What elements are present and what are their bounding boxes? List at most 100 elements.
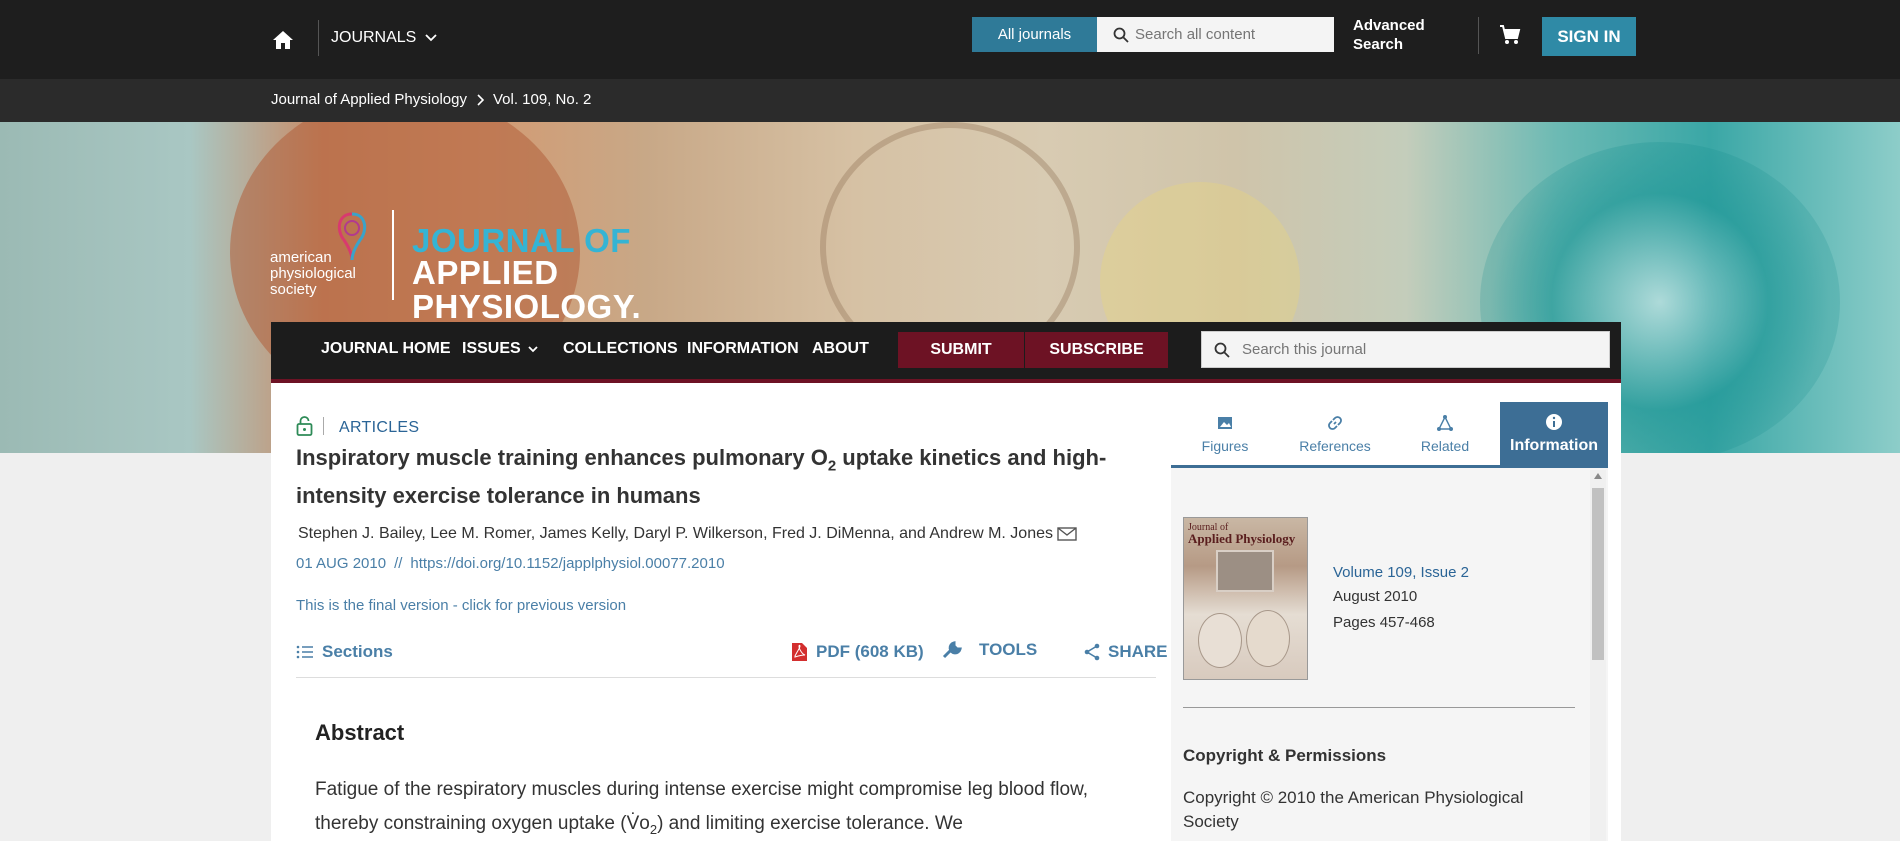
cover-title-big: Applied Physiology (1188, 531, 1296, 546)
sections-label: Sections (322, 642, 393, 661)
title-text: Inspiratory muscle training enhances pul… (296, 445, 828, 470)
advanced-search-link[interactable]: Advanced Search (1353, 16, 1443, 54)
abstract-vo2-sub: 2 (649, 821, 658, 837)
abstract-text: Fatigue of the respiratory muscles durin… (315, 773, 1135, 841)
info-icon (1546, 413, 1562, 430)
society-name: american physiological society (270, 249, 356, 298)
pdf-download-button[interactable]: PDF (608 KB) (791, 642, 924, 662)
author-list: Stephen J. Bailey, Lee M. Romer, James K… (298, 525, 1077, 543)
journals-label: JOURNALS (331, 29, 417, 46)
home-icon[interactable] (271, 28, 295, 52)
cover-title: Journal of Applied Physiology (1188, 522, 1295, 546)
tab-label: Figures (1201, 437, 1249, 454)
search-icon[interactable] (1214, 342, 1230, 358)
side-tabs: Figures References Related Information (1171, 402, 1608, 468)
tab-label: Related (1420, 437, 1470, 454)
cover-portrait (1246, 610, 1290, 667)
global-search-input[interactable] (1135, 26, 1325, 43)
top-bar: JOURNALS All journals Advanced Search SI… (0, 0, 1900, 79)
divider (318, 20, 319, 56)
pub-separator: // (394, 555, 403, 572)
nav-collections[interactable]: COLLECTIONS (563, 340, 678, 358)
pdf-label: PDF (608 KB) (816, 642, 924, 661)
journal-title-line2: APPLIED PHYSIOLOGY. (412, 254, 642, 325)
subscribe-button[interactable]: SUBSCRIBE (1025, 332, 1168, 368)
sections-button[interactable]: Sections (296, 642, 393, 662)
nav-issues[interactable]: ISSUES (462, 340, 539, 358)
image-icon (1218, 416, 1232, 429)
logo-divider (392, 210, 394, 300)
tab-information[interactable]: Information (1500, 402, 1608, 465)
abstract-heading: Abstract (315, 720, 405, 745)
scroll-up-arrow[interactable] (1594, 473, 1602, 479)
search-icon[interactable] (1113, 27, 1129, 43)
breadcrumb-issue[interactable]: Vol. 109, No. 2 (493, 91, 591, 108)
copyright-text: Copyright © 2010 the American Physiologi… (1183, 788, 1524, 831)
cart-icon[interactable] (1498, 23, 1522, 47)
open-lock-icon (296, 416, 313, 436)
issue-volume-link[interactable]: Volume 109, Issue 2 (1333, 564, 1469, 581)
divider (323, 417, 324, 435)
link-icon (1328, 415, 1342, 430)
publication-line: 01 AUG 2010 // https://doi.org/10.1152/j… (296, 555, 725, 572)
nav-journal-home[interactable]: JOURNAL HOME (321, 340, 451, 358)
abstract-vo2: V̇o (626, 813, 650, 834)
nav-label: ISSUES (462, 340, 521, 357)
article-title: Inspiratory muscle training enhances pul… (296, 443, 1156, 511)
tab-references[interactable]: References (1281, 402, 1389, 465)
nav-label: COLLECTIONS (563, 340, 678, 357)
scroll-thumb[interactable] (1592, 488, 1604, 660)
tab-label: Information (1510, 436, 1598, 454)
tab-label: References (1299, 437, 1371, 454)
chevron-down-icon (425, 34, 437, 42)
breadcrumb: Journal of Applied Physiology Vol. 109, … (271, 91, 591, 108)
tools-label: TOOLS (979, 640, 1038, 659)
nav-label: ABOUT (812, 340, 869, 357)
issue-date: August 2010 (1333, 588, 1418, 605)
pdf-icon (792, 643, 807, 661)
nav-about[interactable]: ABOUT (812, 340, 869, 358)
global-search (1097, 17, 1334, 52)
tab-related[interactable]: Related (1391, 402, 1499, 465)
breadcrumb-bar: Journal of Applied Physiology Vol. 109, … (0, 79, 1900, 122)
journals-menu[interactable]: JOURNALS (331, 29, 438, 47)
issue-cover-image[interactable]: Journal of Applied Physiology (1183, 517, 1308, 680)
tab-figures[interactable]: Figures (1171, 402, 1279, 465)
issue-pages: Pages 457-468 (1333, 614, 1435, 631)
network-icon (1437, 414, 1453, 431)
cover-photo (1216, 550, 1274, 592)
divider (1183, 707, 1575, 708)
divider (1478, 17, 1479, 54)
nav-label: JOURNAL HOME (321, 340, 451, 357)
list-icon (296, 645, 313, 659)
copyright-heading: Copyright & Permissions (1183, 746, 1387, 765)
tools-button[interactable]: TOOLS (941, 640, 1037, 660)
article-category[interactable]: ARTICLES (339, 419, 419, 437)
journal-search (1201, 331, 1610, 368)
journal-title-line1: JOURNAL OF (412, 222, 631, 259)
abstract-span: ) and limiting exercise tolerance. We (657, 813, 963, 834)
journal-nav: JOURNAL HOME ISSUES COLLECTIONS INFORMAT… (271, 322, 1621, 383)
journal-logo[interactable]: american physiological society JOURNAL O… (270, 210, 790, 324)
doi-link[interactable]: https://doi.org/10.1152/japplphysiol.000… (410, 555, 724, 572)
sign-in-button[interactable]: SIGN IN (1542, 17, 1636, 56)
version-link[interactable]: This is the final version - click for pr… (296, 597, 626, 614)
all-journals-dropdown[interactable]: All journals (972, 17, 1097, 52)
share-button[interactable]: SHARE (1084, 642, 1168, 662)
share-icon (1084, 643, 1100, 661)
nav-information[interactable]: INFORMATION (687, 340, 799, 358)
nav-label: INFORMATION (687, 340, 799, 357)
submit-button[interactable]: SUBMIT (898, 332, 1024, 368)
breadcrumb-journal[interactable]: Journal of Applied Physiology (271, 91, 467, 108)
article-toolbar: Sections PDF (608 KB) TOOLS SHARE (296, 638, 1168, 678)
journal-search-input[interactable] (1242, 341, 1582, 358)
authors-text[interactable]: Stephen J. Bailey, Lee M. Romer, James K… (298, 525, 1053, 543)
pub-date: 01 AUG 2010 (296, 555, 387, 572)
title-subscript: 2 (827, 457, 837, 475)
share-label: SHARE (1108, 642, 1168, 661)
chevron-right-icon (477, 93, 485, 106)
chevron-down-icon (528, 346, 538, 353)
cover-portrait (1198, 613, 1242, 668)
wrench-icon (942, 641, 962, 659)
email-icon[interactable] (1057, 527, 1077, 541)
